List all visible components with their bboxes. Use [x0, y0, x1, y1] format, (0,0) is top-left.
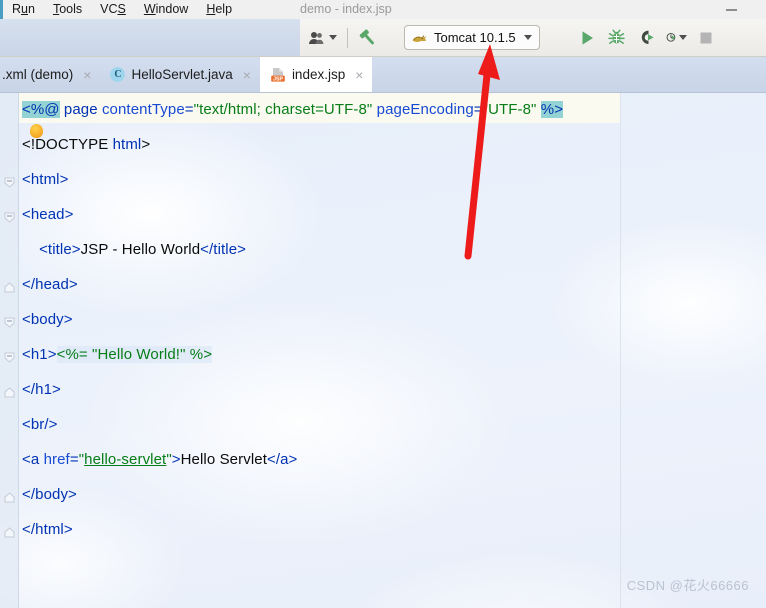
menu-bar: Run Tools VCS Window Help demo - index.j…: [0, 0, 766, 19]
code-line-10[interactable]: <br/>: [22, 416, 58, 433]
menu-item-window[interactable]: Window: [135, 0, 197, 19]
code-line-1[interactable]: <%@ page contentType="text/html; charset…: [22, 101, 564, 118]
main-toolbar: Tomcat 10.1.5: [0, 19, 766, 57]
fold-marker-h1[interactable]: [3, 351, 16, 364]
run-with-coverage-button[interactable]: [632, 25, 663, 51]
profiler-icon: [666, 32, 676, 42]
debug-button[interactable]: [601, 25, 632, 51]
ide-window: Run Tools VCS Window Help demo - index.j…: [0, 0, 766, 608]
run-actions-group: [574, 19, 722, 56]
editor-tab-index-jsp[interactable]: JSP index.jsp ×: [259, 57, 373, 92]
run-button[interactable]: [574, 25, 601, 51]
bug-icon: [608, 29, 625, 44]
editor-tab-label: index.jsp: [291, 67, 346, 82]
code-line-2[interactable]: <!DOCTYPE html>: [22, 136, 150, 153]
close-icon[interactable]: ×: [355, 68, 363, 82]
gutter-divider: [18, 93, 19, 608]
fold-marker-html[interactable]: [3, 176, 16, 189]
fold-marker-html-end[interactable]: [3, 526, 16, 539]
watermark: CSDN @花火66666: [626, 578, 749, 593]
window-title: demo - index.jsp: [300, 2, 392, 16]
fold-marker-head[interactable]: [3, 211, 16, 224]
fold-marker-head-end[interactable]: [3, 281, 16, 294]
toolbar-left-filler: [0, 19, 300, 56]
close-icon[interactable]: ×: [83, 68, 91, 82]
fold-marker-body-end[interactable]: [3, 491, 16, 504]
code-line-6[interactable]: </head>: [22, 276, 78, 293]
code-line-11[interactable]: <a href="hello-servlet">Hello Servlet</a…: [22, 451, 297, 468]
code-line-7[interactable]: <body>: [22, 311, 73, 328]
minimize-button[interactable]: [718, 0, 744, 19]
code-line-3[interactable]: <html>: [22, 171, 68, 188]
play-icon: [582, 30, 593, 45]
people-icon: [309, 31, 324, 44]
run-configuration-label: Tomcat 10.1.5: [434, 30, 516, 45]
menu-item-vcs[interactable]: VCS: [91, 0, 135, 19]
java-class-icon: C: [110, 67, 126, 82]
menu-item-help[interactable]: Help: [197, 0, 241, 19]
svg-text:JSP: JSP: [273, 76, 283, 82]
run-configuration-group: Tomcat 10.1.5: [404, 19, 540, 56]
profile-button[interactable]: [663, 25, 690, 51]
toolbar-left-actions: [305, 19, 381, 56]
code-line-13[interactable]: </html>: [22, 521, 73, 538]
stop-button[interactable]: [690, 25, 722, 51]
editor-tab-bar: .xml (demo) × C HelloServlet.java × JSP …: [0, 57, 766, 93]
people-button[interactable]: [305, 25, 340, 51]
right-margin-guide: [620, 93, 621, 608]
editor-tab-helloservlet-java[interactable]: C HelloServlet.java ×: [100, 57, 259, 92]
fold-marker-h1-end[interactable]: [3, 386, 16, 399]
code-line-9[interactable]: </h1>: [22, 381, 61, 398]
chevron-down-icon: [679, 35, 687, 40]
stop-square-icon: [700, 32, 712, 43]
code-line-8[interactable]: <h1><%= "Hello World!" %>: [22, 346, 213, 363]
editor-tab-xml[interactable]: .xml (demo) ×: [0, 57, 100, 92]
close-icon[interactable]: ×: [243, 68, 251, 82]
menu-item-run[interactable]: Run: [3, 0, 44, 19]
editor-tab-label: HelloServlet.java: [131, 67, 233, 82]
tomcat-cat-icon: [412, 35, 427, 42]
fold-marker-body[interactable]: [3, 316, 16, 329]
code-editor[interactable]: <%@ page contentType="text/html; charset…: [0, 93, 766, 608]
lightbulb-icon[interactable]: [30, 124, 43, 138]
hammer-build-icon: [359, 28, 375, 44]
editor-tab-label: .xml (demo): [2, 67, 74, 82]
chevron-down-icon: [523, 35, 532, 40]
toolbar-separator: [347, 27, 348, 48]
jsp-file-icon: JSP: [270, 67, 286, 83]
coverage-icon: [641, 30, 654, 44]
code-line-5[interactable]: <title>JSP - Hello World</title>: [22, 241, 246, 258]
code-line-4[interactable]: <head>: [22, 206, 74, 223]
run-configuration-selector[interactable]: Tomcat 10.1.5: [404, 25, 540, 50]
code-line-12[interactable]: </body>: [22, 486, 77, 503]
menu-item-tools[interactable]: Tools: [44, 0, 91, 19]
build-project-button[interactable]: [355, 25, 381, 51]
chevron-down-icon: [329, 35, 337, 40]
